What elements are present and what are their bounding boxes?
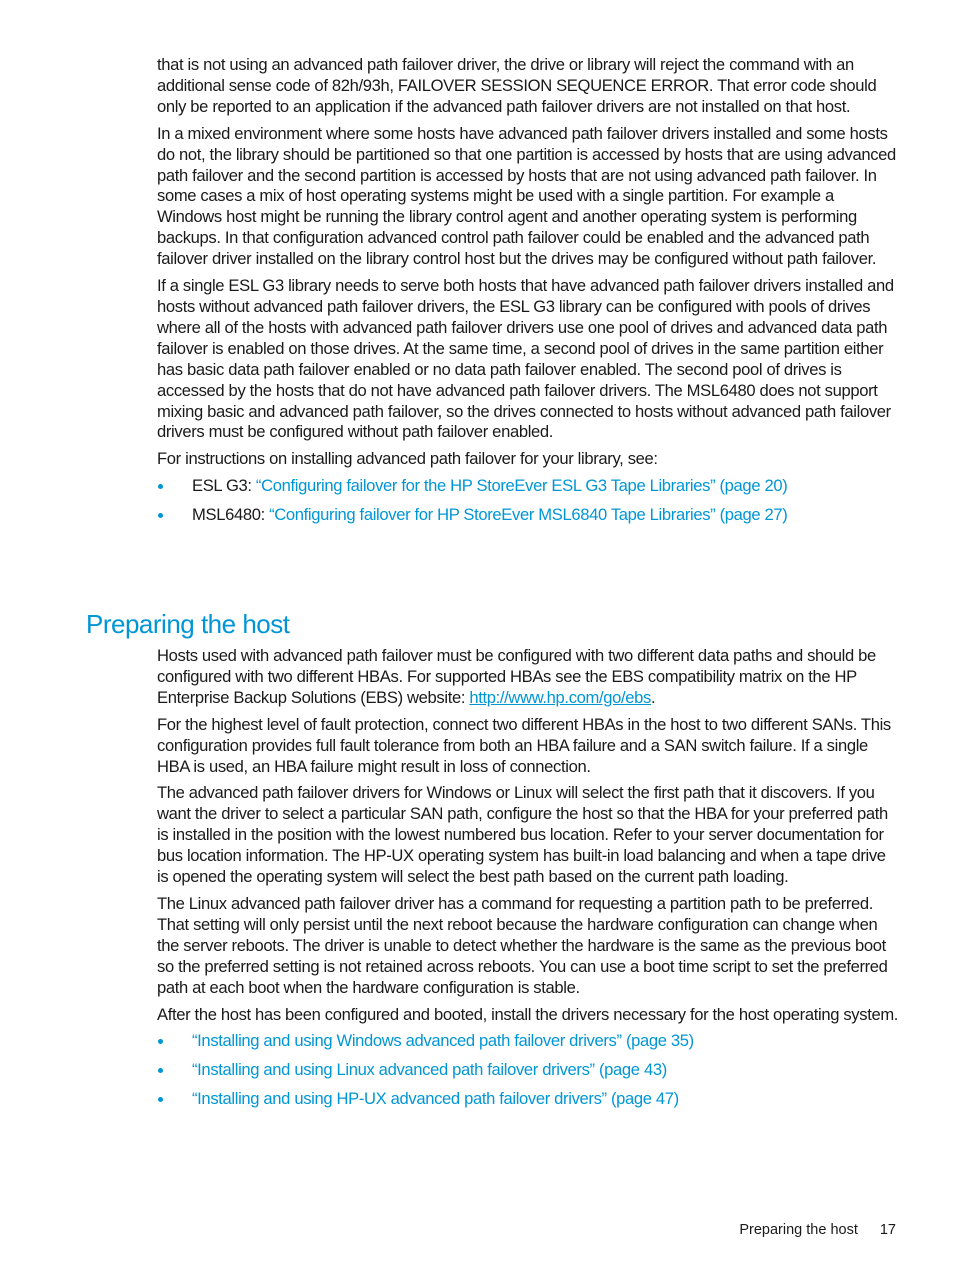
list-item: MSL6480: “Configuring failover for HP St… [157, 505, 899, 526]
bullet-icon [158, 484, 163, 490]
running-title: Preparing the host [739, 1222, 858, 1238]
page-number: 17 [879, 1222, 896, 1238]
paragraph: The Linux advanced path failover driver … [157, 893, 888, 997]
xref-link-windows-drivers[interactable]: “Installing and using Windows advanced p… [192, 1031, 694, 1050]
xref-link-hpux-drivers[interactable]: “Installing and using HP-UX advanced pat… [192, 1089, 679, 1108]
bullet-icon [158, 513, 163, 519]
paragraph-text: . [650, 687, 656, 707]
xref-link-esl-g3[interactable]: “Configuring failover for the HP StoreEv… [256, 476, 788, 495]
list-item-prefix: MSL6480: [192, 505, 270, 525]
preparing-host-section: Hosts used with advanced path failover m… [157, 646, 899, 1118]
list-item: “Installing and using Linux advanced pat… [157, 1060, 899, 1081]
bullet-icon [158, 1068, 163, 1074]
bullet-icon [158, 1097, 163, 1103]
section-heading: Preparing the host [86, 609, 290, 639]
ebs-website-link[interactable]: http://www.hp.com/go/ebs [469, 688, 651, 707]
paragraph: After the host has been configured and b… [157, 1004, 899, 1024]
xref-link-msl6480[interactable]: “Configuring failover for HP StoreEver M… [269, 505, 788, 524]
list-item-prefix: ESL G3: [192, 476, 256, 496]
paragraph: In a mixed environment where some hosts … [157, 123, 896, 269]
paragraph: For instructions on installing advanced … [157, 449, 658, 469]
paragraph: that is not using an advanced path failo… [157, 55, 877, 116]
list-item: “Installing and using HP-UX advanced pat… [157, 1089, 899, 1110]
driver-link-list: “Installing and using Windows advanced p… [157, 1031, 899, 1110]
library-link-list: ESL G3: “Configuring failover for the HP… [157, 476, 899, 526]
page-footer: Preparing the host 17 [739, 1222, 896, 1238]
list-item: “Installing and using Windows advanced p… [157, 1031, 899, 1052]
paragraph: Hosts used with advanced path failover m… [157, 646, 899, 709]
paragraph: If a single ESL G3 library needs to serv… [157, 276, 894, 442]
intro-section: that is not using an advanced path failo… [157, 55, 899, 534]
paragraph: For the highest level of fault protectio… [157, 714, 891, 776]
paragraph: The advanced path failover drivers for W… [157, 783, 888, 887]
xref-link-linux-drivers[interactable]: “Installing and using Linux advanced pat… [192, 1060, 667, 1079]
bullet-icon [158, 1039, 163, 1045]
list-item: ESL G3: “Configuring failover for the HP… [157, 476, 899, 497]
